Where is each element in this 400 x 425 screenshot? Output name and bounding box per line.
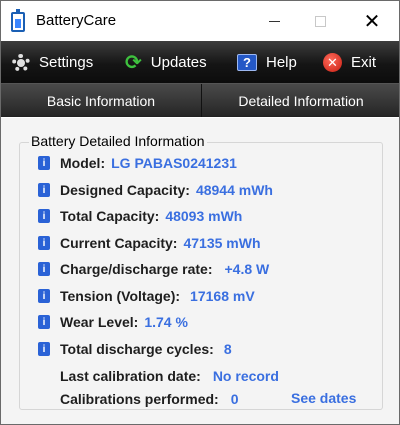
window-title: BatteryCare	[36, 12, 117, 29]
info-icon[interactable]: i	[38, 315, 50, 329]
info-icon[interactable]: i	[38, 209, 50, 223]
info-icon[interactable]: i	[38, 236, 50, 250]
total-capacity-label: Total Capacity:	[60, 208, 160, 224]
last-calibration-label: Last calibration date:	[60, 368, 201, 384]
group-title: Battery Detailed Information	[29, 133, 207, 149]
total-capacity-row: i Total Capacity: 48093 mWh	[38, 206, 242, 226]
discharge-cycles-row: i Total discharge cycles: 8	[38, 339, 232, 359]
minimize-button[interactable]	[251, 1, 297, 41]
tab-bar: Basic Information Detailed Information	[1, 84, 399, 117]
close-button[interactable]: ✕	[349, 1, 395, 41]
discharge-cycles-value: 8	[223, 341, 232, 357]
current-capacity-label: Current Capacity:	[60, 235, 178, 251]
exit-x-icon: ✕	[323, 53, 342, 72]
designed-capacity-value: 48944 mWh	[195, 182, 273, 198]
discharge-cycles-label: Total discharge cycles:	[60, 341, 214, 357]
info-icon[interactable]: i	[38, 156, 50, 170]
wear-level-value: 1.74 %	[144, 314, 188, 330]
wear-level-row: i Wear Level: 1.74 %	[38, 312, 188, 332]
minimize-icon	[268, 20, 280, 22]
battery-app-icon	[11, 9, 25, 32]
title-bar: BatteryCare ✕	[1, 1, 399, 41]
tab-basic-information[interactable]: Basic Information	[1, 84, 202, 117]
last-calibration-value: No record	[212, 368, 279, 384]
see-dates-link[interactable]: See dates	[291, 390, 356, 406]
detailed-information-panel: Battery Detailed Information i Model: LG…	[1, 118, 399, 424]
updates-button[interactable]: ⟳ Updates	[125, 41, 207, 84]
wear-level-label: Wear Level:	[60, 314, 139, 330]
voltage-value: 17168 mV	[190, 288, 255, 304]
refresh-icon: ⟳	[125, 51, 142, 74]
calibrations-performed-label: Calibrations performed:	[60, 391, 219, 407]
designed-capacity-label: Designed Capacity:	[60, 182, 190, 198]
help-label: Help	[266, 54, 297, 71]
total-capacity-value: 48093 mWh	[165, 208, 243, 224]
charge-rate-value: +4.8 W	[224, 261, 270, 277]
batterycare-window: BatteryCare ✕ Settings ⟳ Updates ? Help …	[0, 0, 400, 425]
settings-label: Settings	[39, 54, 94, 71]
designed-capacity-row: i Designed Capacity: 48944 mWh	[38, 180, 273, 200]
model-value: LG PABAS0241231	[111, 155, 237, 171]
current-capacity-value: 47135 mWh	[183, 235, 261, 251]
current-capacity-row: i Current Capacity: 47135 mWh	[38, 233, 261, 253]
tab-detailed-information[interactable]: Detailed Information	[203, 84, 399, 117]
charge-rate-row: i Charge/discharge rate: +4.8 W	[38, 259, 269, 279]
charge-rate-label: Charge/discharge rate:	[60, 261, 213, 277]
help-book-icon: ?	[237, 54, 257, 71]
info-icon[interactable]: i	[38, 342, 50, 356]
voltage-label: Tension (Voltage):	[60, 288, 181, 304]
updates-label: Updates	[150, 54, 207, 71]
gear-icon	[12, 53, 30, 72]
calibrations-performed-row: Calibrations performed: 0	[38, 389, 239, 409]
calibrations-performed-value: 0	[230, 391, 239, 407]
exit-button[interactable]: ✕ Exit	[323, 41, 376, 84]
model-row: i Model: LG PABAS0241231	[38, 153, 237, 173]
settings-button[interactable]: Settings	[12, 41, 93, 84]
voltage-row: i Tension (Voltage): 17168 mV	[38, 286, 255, 306]
model-label: Model:	[60, 155, 106, 171]
maximize-button[interactable]	[297, 1, 343, 41]
info-icon[interactable]: i	[38, 289, 50, 303]
exit-label: Exit	[351, 54, 377, 71]
last-calibration-row: Last calibration date: No record	[38, 366, 279, 386]
maximize-icon	[314, 15, 326, 27]
info-icon[interactable]: i	[38, 262, 50, 276]
toolbar: Settings ⟳ Updates ? Help ✕ Exit	[1, 41, 399, 84]
help-button[interactable]: ? Help	[237, 41, 297, 84]
info-icon[interactable]: i	[38, 183, 50, 197]
